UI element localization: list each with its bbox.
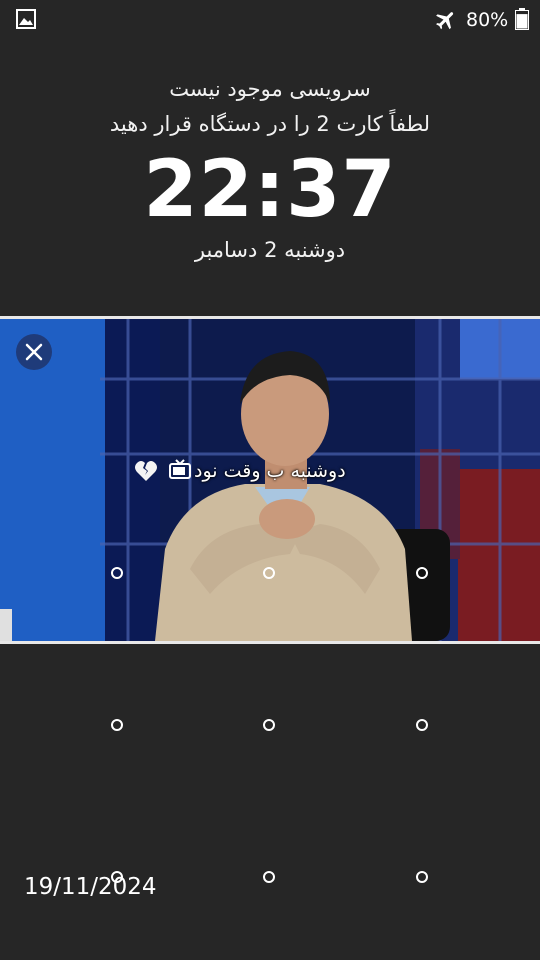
pattern-dot[interactable] [416, 719, 428, 731]
tv-icon [169, 459, 191, 479]
close-button[interactable] [16, 334, 52, 370]
clock: 22:37 [143, 145, 397, 235]
pattern-dot[interactable] [263, 871, 275, 883]
close-icon [25, 343, 43, 361]
date-label: دوشنبه 2 دسامبر [194, 238, 346, 262]
caption-text: دوشنبه ب وقت نود [194, 460, 346, 482]
banner-caption: دوشنبه ب وقت نود [132, 456, 412, 486]
gallery-icon [16, 9, 36, 29]
status-bar: 80% [0, 0, 540, 40]
watermark-date: 19/11/2024 [24, 874, 157, 900]
battery-icon [515, 8, 529, 30]
sim-card-prompt: لطفاً کارت 2 را در دستگاه قرار دهید [109, 112, 431, 136]
pattern-dot[interactable] [416, 871, 428, 883]
battery-percent: 80% [466, 9, 509, 31]
lock-screen: 80% سرویسی موجود نیست لطفاً کارت 2 را در… [0, 0, 540, 960]
pattern-dot[interactable] [111, 719, 123, 731]
pattern-dot[interactable] [263, 567, 275, 579]
pattern-dot[interactable] [263, 719, 275, 731]
airplane-mode-icon [436, 12, 454, 30]
pattern-dot[interactable] [111, 567, 123, 579]
carrier-status-line: سرویسی موجود نیست [169, 77, 371, 101]
pattern-dot[interactable] [416, 567, 428, 579]
broken-heart-icon [135, 461, 157, 481]
